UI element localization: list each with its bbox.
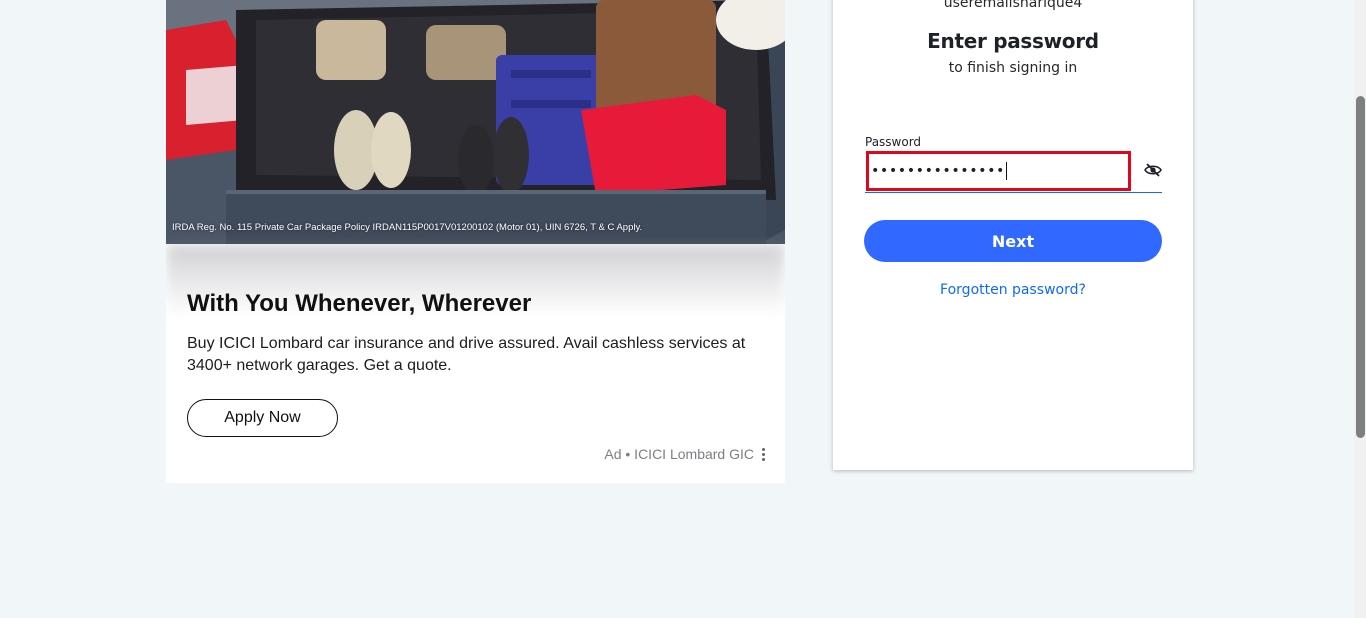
ad-body[interactable]: Buy ICICI Lombard car insurance and driv… — [187, 333, 767, 377]
next-button[interactable]: Next — [864, 220, 1162, 262]
kebab-menu-icon[interactable] — [760, 447, 767, 461]
eye-slash-icon[interactable] — [1144, 162, 1162, 178]
password-underline — [865, 192, 1162, 193]
password-input[interactable]: ••••••••••••••• — [866, 151, 1131, 191]
ad-card[interactable]: IRDA Reg. No. 115 Private Car Package Po… — [166, 0, 785, 483]
scrollbar-thumb[interactable] — [1356, 96, 1365, 438]
ad-footer: Ad • ICICI Lombard GIC — [604, 446, 767, 462]
ad-image[interactable]: IRDA Reg. No. 115 Private Car Package Po… — [166, 0, 785, 244]
forgot-password-link[interactable]: Forgotten password? — [833, 282, 1193, 298]
ad-title[interactable]: With You Whenever, Wherever — [187, 290, 531, 318]
ad-attribution: Ad • ICICI Lombard GIC — [604, 446, 754, 462]
page-subtitle: to finish signing in — [948, 60, 1078, 76]
login-card: useremailsharique4 Enter password to fin… — [833, 0, 1193, 470]
password-value: ••••••••••••••• — [871, 163, 1005, 179]
username: useremailsharique4 — [943, 0, 1083, 11]
text-caret — [1005, 162, 1007, 180]
ad-disclaimer: IRDA Reg. No. 115 Private Car Package Po… — [172, 222, 643, 233]
page-title: Enter password — [927, 29, 1099, 53]
password-label: Password — [865, 135, 922, 149]
apply-now-button[interactable]: Apply Now — [187, 399, 338, 437]
